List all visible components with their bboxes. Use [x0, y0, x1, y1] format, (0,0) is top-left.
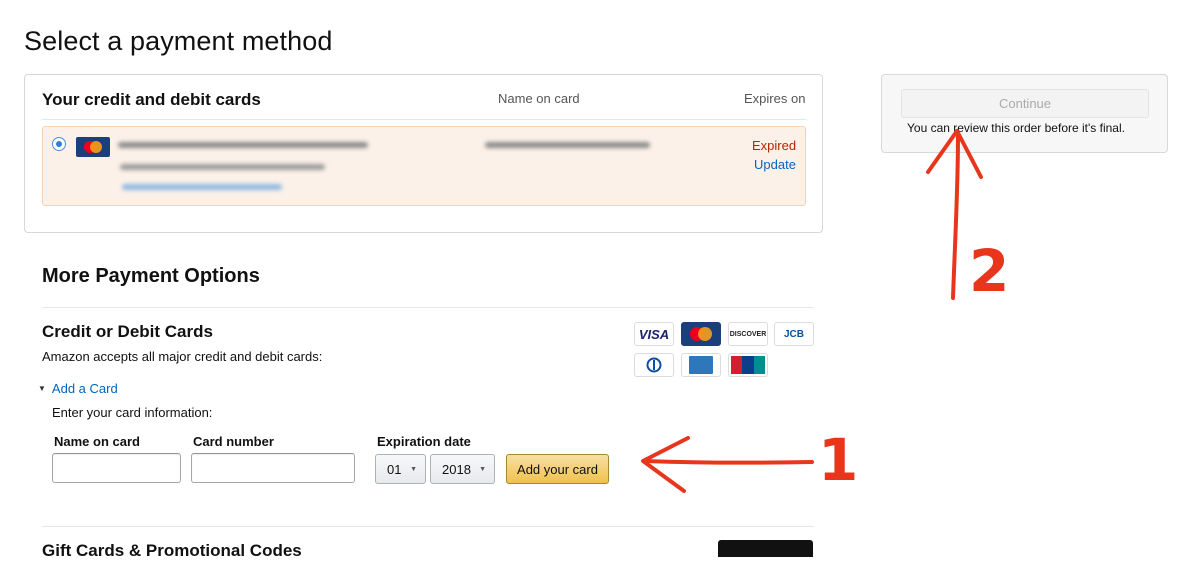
arrow-2-head	[926, 129, 983, 179]
annotation-number-1: 1	[818, 426, 859, 494]
annotation-number-2: 2	[969, 237, 1010, 305]
arrow-1-head	[641, 436, 690, 493]
arrow-2	[951, 133, 960, 300]
annotation-arrows	[641, 129, 983, 493]
arrow-1	[643, 459, 814, 465]
